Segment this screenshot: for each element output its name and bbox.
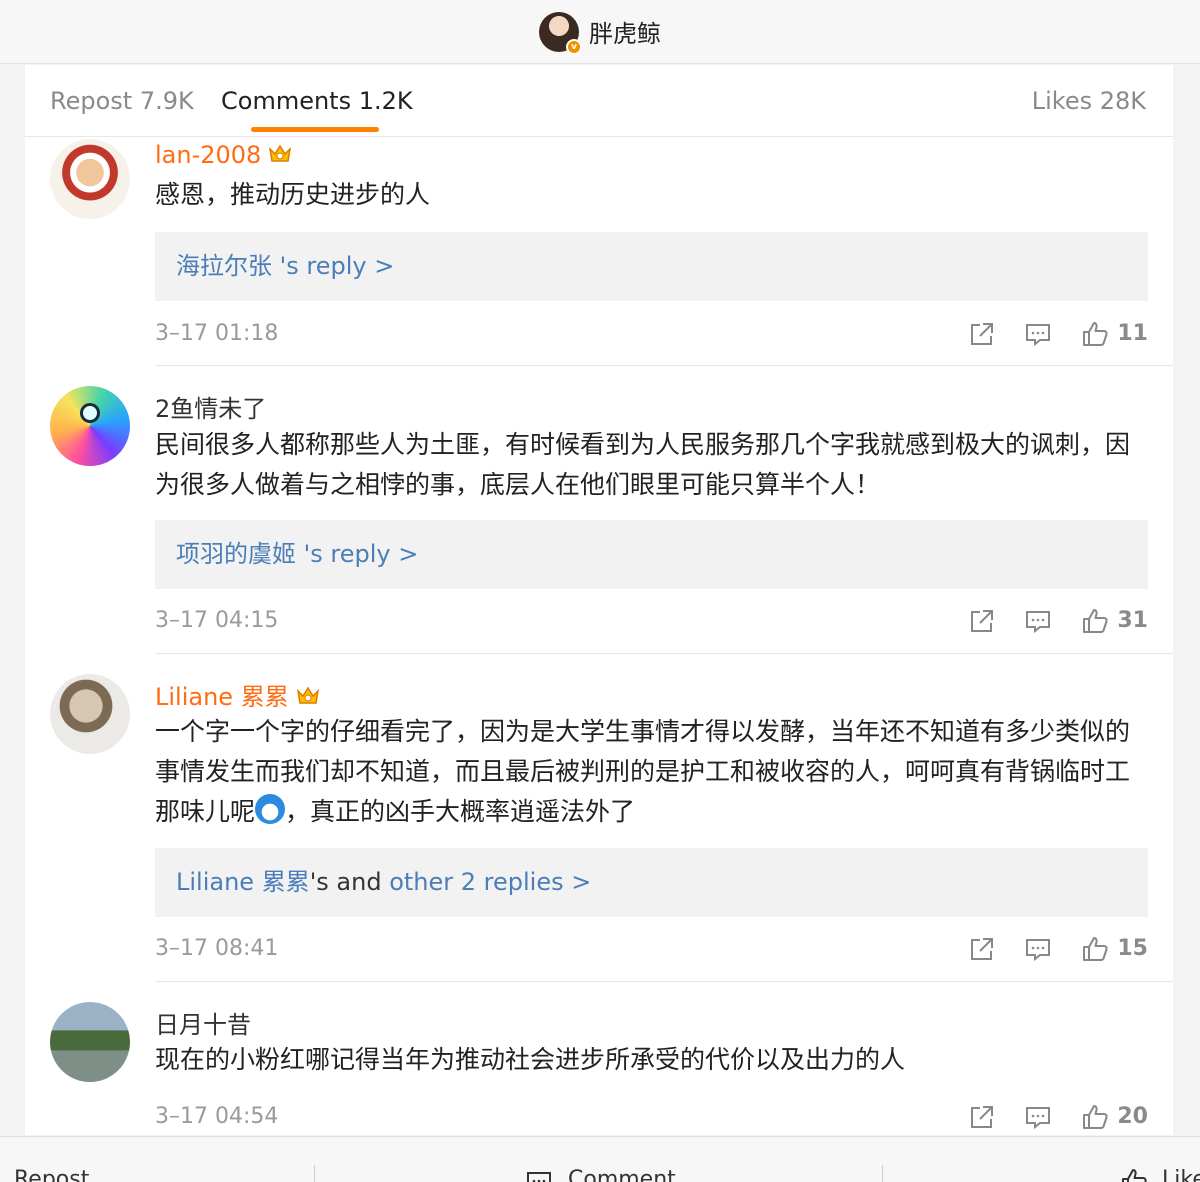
like-button[interactable]: 20 [1081, 1100, 1148, 1134]
comment-text: 现在的小粉红哪记得当年为推动社会进步所承受的代价以及出力的人 [155, 1045, 906, 1074]
comment-time: 3–17 08:41 [155, 936, 279, 961]
share-icon[interactable] [969, 936, 995, 962]
comment-divider [155, 365, 1173, 366]
comment-meta: 3–17 04:54 20 [155, 1100, 1148, 1134]
like-count: 11 [1117, 321, 1148, 346]
author-name[interactable]: 胖虎鲸 [589, 14, 661, 49]
share-icon[interactable] [969, 1104, 995, 1130]
tab-repost[interactable]: Repost 7.9K [50, 87, 194, 115]
comment-time: 3–17 04:15 [155, 608, 279, 633]
like-count: 31 [1117, 608, 1148, 633]
tab-bar: Repost 7.9K Comments 1.2K Likes 28K [25, 65, 1173, 137]
comment-meta: 3–17 01:18 11 [155, 317, 1148, 351]
tab-likes[interactable]: Likes 28K [1032, 87, 1146, 115]
reply-thread-link[interactable]: 项羽的虞姬 's reply > [155, 520, 1148, 589]
avatar[interactable] [50, 674, 130, 754]
comment-time: 3–17 01:18 [155, 321, 279, 346]
like-button[interactable]: 15 [1081, 932, 1148, 966]
header-bar: v 胖虎鲸 [0, 0, 1200, 64]
share-icon[interactable] [969, 608, 995, 634]
like-button[interactable]: Like [1162, 1167, 1200, 1182]
bottom-divider [314, 1165, 315, 1182]
thumbs-up-icon [1083, 322, 1108, 346]
comment-icon[interactable] [526, 1169, 552, 1182]
comment-button[interactable]: Comment [568, 1167, 676, 1182]
commenter-name[interactable]: 2鱼情未了 [155, 389, 266, 424]
comment-text: 感恩，推动历史进步的人 [155, 180, 431, 209]
bottom-action-bar: Repost Comment Like [0, 1136, 1200, 1182]
active-tab-indicator [251, 127, 379, 132]
avatar[interactable] [50, 386, 130, 466]
tab-comments[interactable]: Comments 1.2K [221, 87, 413, 115]
comment-time: 3–17 04:54 [155, 1104, 279, 1129]
comment-icon[interactable] [1025, 608, 1051, 634]
thumbs-up-icon[interactable] [1120, 1167, 1148, 1182]
like-count: 15 [1117, 936, 1148, 961]
avatar[interactable] [50, 139, 130, 219]
thumbs-up-icon [1083, 609, 1108, 633]
commenter-name[interactable]: Liliane 累累 [155, 677, 321, 712]
comments-card: Repost 7.9K Comments 1.2K Likes 28K lan-… [25, 65, 1173, 1135]
verified-badge-icon: v [566, 38, 582, 55]
reply-thread-link[interactable]: Liliane 累累's and other 2 replies > [155, 848, 1148, 917]
share-icon[interactable] [969, 321, 995, 347]
doraemon-emoji-icon [255, 794, 286, 824]
comment-meta: 3–17 08:41 15 [155, 932, 1148, 966]
vip-crown-icon [296, 686, 319, 704]
comment-meta: 3–17 04:15 31 [155, 604, 1148, 638]
comment-divider [155, 653, 1173, 654]
bottom-divider [882, 1165, 883, 1182]
comment-icon[interactable] [1025, 936, 1051, 962]
commenter-name[interactable]: lan-2008 [155, 141, 293, 169]
comment-icon[interactable] [1025, 321, 1051, 347]
thumbs-up-icon [1083, 1105, 1108, 1129]
like-button[interactable]: 11 [1081, 317, 1148, 351]
comment-icon[interactable] [1025, 1104, 1051, 1130]
repost-button[interactable]: Repost [14, 1167, 89, 1182]
comment-text: 民间很多人都称那些人为土匪，有时候看到为人民服务那几个字我就感到极大的讽刺，因为… [155, 430, 1131, 499]
commenter-name[interactable]: 日月十昔 [155, 1005, 251, 1040]
like-count: 20 [1117, 1104, 1148, 1129]
vip-crown-icon [269, 144, 292, 162]
comment-divider [155, 981, 1173, 982]
avatar[interactable] [50, 1002, 130, 1082]
author-avatar[interactable]: v [539, 11, 582, 55]
reply-thread-link[interactable]: 海拉尔张 's reply > [155, 232, 1148, 301]
thumbs-up-icon [1083, 937, 1108, 961]
comment-text: 一个字一个字的仔细看完了，因为是大学生事情才得以发酵，当年还不知道有多少类似的事… [155, 717, 1131, 826]
like-button[interactable]: 31 [1081, 604, 1148, 638]
